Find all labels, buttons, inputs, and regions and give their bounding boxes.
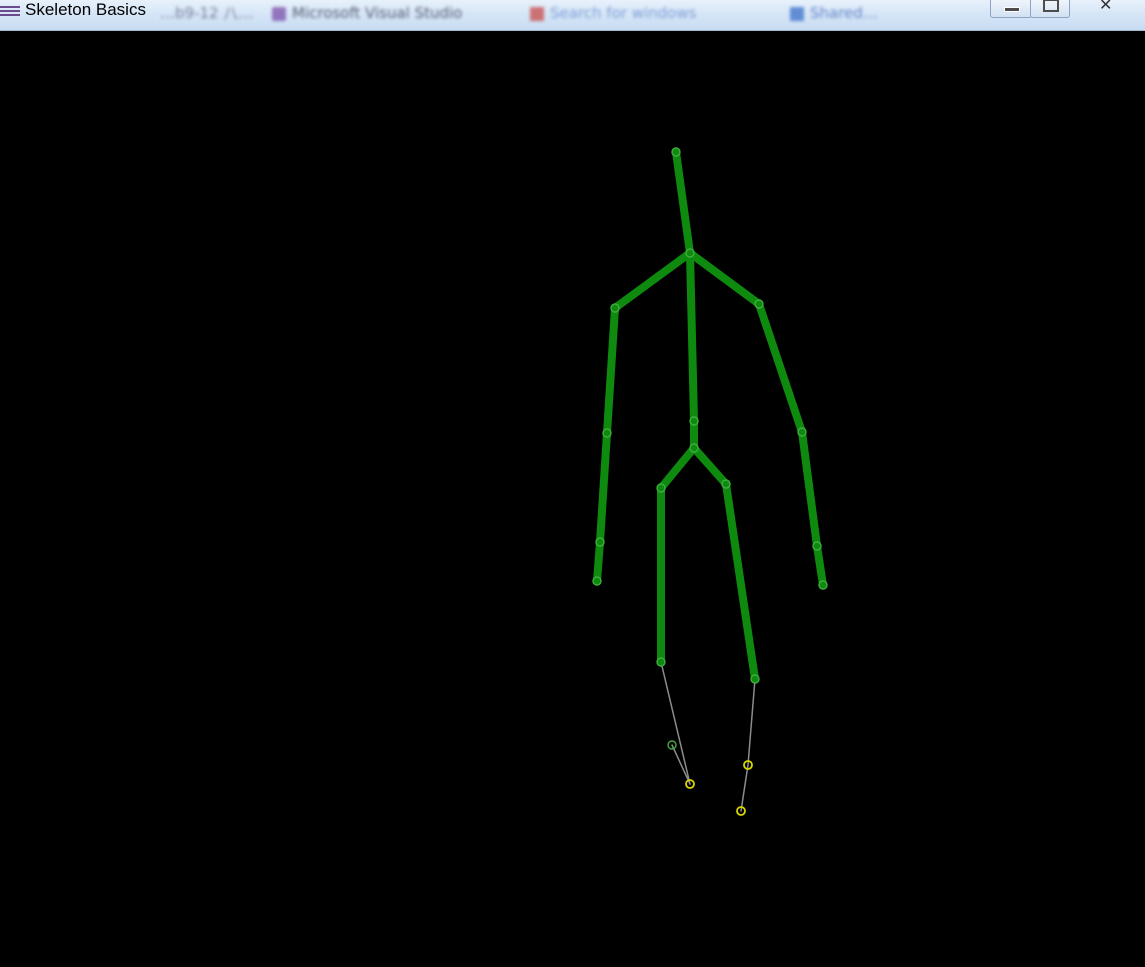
window-controls: ✕ (990, 0, 1145, 18)
title-bar[interactable]: Skeleton Basics …b9-12 八… Microsoft Visu… (0, 0, 1145, 31)
window-title: Skeleton Basics (25, 0, 146, 19)
inferred-bone-ankle_left-foot_left (671, 744, 691, 785)
bone-hip_center-hip_right (690, 444, 730, 488)
bone-shoulder_center-spine (686, 249, 698, 425)
visual-studio-icon (272, 6, 286, 21)
search-icon (530, 6, 544, 21)
bone-wrist_left-hand_left (593, 538, 604, 585)
bone-wrist_right-hand_right (813, 542, 827, 589)
background-tab: Shared… (790, 2, 878, 26)
maximize-icon (1043, 0, 1059, 12)
close-icon: ✕ (1099, 0, 1113, 14)
minimize-button[interactable] (990, 0, 1032, 18)
background-taskbar-blur: …b9-12 八… Microsoft Visual Studio Search… (160, 0, 980, 30)
bone-shoulder_center-shoulder_right (686, 249, 763, 308)
skeleton-basics-window: Skeleton Basics …b9-12 八… Microsoft Visu… (0, 0, 1145, 967)
bone-shoulder_right-elbow_right (755, 300, 806, 436)
inferred-bone-knee_right-ankle_right (747, 678, 756, 766)
bone-elbow_right-wrist_right (798, 428, 821, 550)
bone-hip_right-knee_right (722, 480, 759, 683)
inferred-bone-ankle_right-foot_right (740, 764, 749, 812)
maximize-button[interactable] (1030, 0, 1070, 18)
user-icon (790, 6, 804, 21)
minimize-icon (1004, 7, 1020, 12)
inferred-bone-knee_left-foot_left (660, 661, 691, 785)
background-tab: Microsoft Visual Studio (272, 2, 462, 26)
bone-hip_center-hip_left (657, 444, 698, 492)
bone-head-shoulder_center (672, 148, 694, 257)
skeleton-drawing (592, 147, 828, 816)
skeleton-app-icon (0, 6, 20, 18)
bone-elbow_left-wrist_left (596, 429, 611, 546)
bone-shoulder_center-shoulder_left (611, 249, 694, 312)
bone-shoulder_left-elbow_left (603, 304, 619, 437)
close-button[interactable]: ✕ (1072, 0, 1142, 18)
background-tab: Search for windows (530, 2, 696, 26)
skeleton-canvas (0, 31, 1145, 967)
background-tab: …b9-12 八… (160, 4, 254, 22)
